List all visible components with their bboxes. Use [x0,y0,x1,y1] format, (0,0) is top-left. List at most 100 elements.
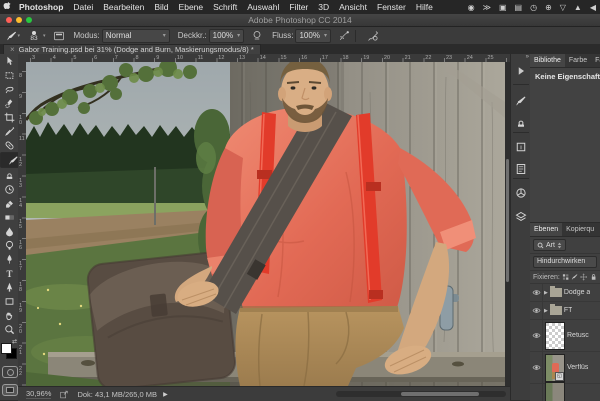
swap-colors-icon[interactable]: ⇄ [12,338,17,345]
toggle-brush-panel-icon[interactable] [52,29,66,43]
status-menu-arrow-icon[interactable]: ▶ [163,391,168,398]
apple-menu-icon[interactable] [0,1,14,13]
type-tool[interactable]: T [0,266,18,280]
visibility-eye-icon[interactable] [530,302,543,319]
layer-thumbnail[interactable]: ◱ [545,354,565,382]
blend-mode-select[interactable]: Normal ▾ [102,29,170,43]
layer-row-ft[interactable]: ▶ FT [530,302,600,320]
pressure-size-icon[interactable] [366,29,380,43]
layer-comps-icon[interactable] [514,210,528,224]
tab-kopierqu[interactable]: Kopierqu [562,223,598,236]
menu-auswahl[interactable]: Auswahl [242,2,284,12]
quick-mask-button[interactable] [2,366,18,378]
volume-icon[interactable]: ◀ [586,3,600,12]
3d-panel-icon[interactable] [514,186,528,200]
history-brush-tool[interactable] [0,182,18,196]
tab-ebenen[interactable]: Ebenen [530,223,562,236]
layer-name[interactable]: FT [564,307,573,314]
layer-row-retusc[interactable]: Retusc [530,320,600,352]
record-icon[interactable]: ◉ [464,3,479,12]
eraser-tool[interactable] [0,196,18,210]
clone-source-icon[interactable] [514,116,528,130]
menu-3d[interactable]: 3D [313,2,334,12]
layer-row[interactable] [530,384,600,401]
layer-filter-select[interactable]: Art [533,239,566,251]
airbrush-icon[interactable] [337,29,351,43]
screen-mode-button[interactable] [2,384,18,396]
foreground-color-swatch[interactable] [1,343,12,354]
tab-close-icon[interactable]: × [10,45,15,54]
shape-tool[interactable] [0,294,18,308]
move-tool[interactable] [0,54,18,68]
lasso-tool[interactable] [0,82,18,96]
tab-bibliothe[interactable]: Bibliothe [530,54,565,67]
horizontal-scrollbar[interactable] [336,391,506,397]
vertical-scrollbar-thumb[interactable] [506,159,509,282]
tab-far[interactable]: Far [591,54,600,67]
flow-select[interactable]: 100% ▾ [295,29,330,43]
layers-blend-mode-select[interactable]: Hindurchwirken [533,256,597,268]
active-tool-brush-icon[interactable]: ▾ [6,29,20,43]
actions-icon[interactable] [514,64,528,78]
fast-forward-icon[interactable]: ≫ [479,3,495,12]
expand-panels-icon[interactable]: » [526,54,529,60]
lock-pixels-icon[interactable] [571,273,578,281]
clone-stamp-tool[interactable] [0,168,18,182]
layer-thumbnail[interactable] [545,382,565,401]
pen-tool[interactable] [0,252,18,266]
zoom-level-field[interactable]: 30,96% [26,389,51,399]
menu-ansicht[interactable]: Ansicht [334,2,372,12]
menu-ebene[interactable]: Ebene [174,2,209,12]
layer-row-verflüs[interactable]: ◱Verflüs [530,352,600,384]
time-machine-icon[interactable]: ◷ [526,3,541,12]
hand-tool[interactable] [0,308,18,322]
gradient-tool[interactable] [0,210,18,224]
healing-brush-tool[interactable] [0,138,18,152]
horizontal-scrollbar-thumb[interactable] [401,392,479,396]
title-bar[interactable]: Adobe Photoshop CC 2014 [0,14,600,27]
path-selection-tool[interactable] [0,280,18,294]
visibility-eye-icon[interactable] [530,384,543,401]
opacity-select[interactable]: 100% ▾ [209,29,244,43]
document-tab[interactable]: × Gabor Training.psd bei 31% (Dodge and … [3,44,261,54]
menu-hilfe[interactable]: Hilfe [411,2,438,12]
menu-schrift[interactable]: Schrift [208,2,242,12]
expand-group-icon[interactable]: ▶ [544,308,548,314]
color-swatches[interactable]: ⇄ [1,340,17,356]
brush-picker-caret-icon[interactable]: ▾ [43,33,46,39]
zoom-tool[interactable] [0,322,18,336]
lock-position-icon[interactable] [580,273,587,281]
status-flyout-icon[interactable] [59,390,69,399]
canvas-image[interactable] [26,62,505,386]
display-camera-icon[interactable]: ▣ [495,3,511,12]
menu-bearbeiten[interactable]: Bearbeiten [98,2,149,12]
display-icon[interactable]: ▤ [511,3,527,12]
info-panel-icon[interactable] [514,140,528,154]
brush-preset-picker[interactable]: 83 [26,31,42,41]
menu-filter[interactable]: Filter [284,2,313,12]
layer-row-dodge-a[interactable]: ▶Dodge a [530,284,600,302]
tab-farbe[interactable]: Farbe [565,54,591,67]
layer-name[interactable]: Retusc [567,332,589,339]
lock-all-icon[interactable] [590,273,597,281]
pressure-opacity-icon[interactable] [250,29,264,43]
crosshair-icon[interactable]: ⊕ [541,3,556,12]
menu-fenster[interactable]: Fenster [372,2,411,12]
dropbox-icon[interactable]: ▽ [556,3,570,12]
menu-photoshop[interactable]: Photoshop [14,2,68,12]
menu-datei[interactable]: Datei [68,2,98,12]
marquee-tool[interactable] [0,68,18,82]
crop-tool[interactable] [0,110,18,124]
eject-icon[interactable]: ▲ [570,3,586,12]
blur-tool[interactable] [0,224,18,238]
dodge-tool[interactable] [0,238,18,252]
properties-panel-icon[interactable] [514,162,528,176]
visibility-eye-icon[interactable] [530,320,543,351]
layer-name[interactable]: Verflüs [567,364,588,371]
layer-name[interactable]: Dodge a [564,289,590,296]
menu-bild[interactable]: Bild [149,2,173,12]
eyedropper-tool[interactable] [0,124,18,138]
quick-selection-tool[interactable] [0,96,18,110]
layer-thumbnail[interactable] [545,322,565,350]
lock-transparency-icon[interactable] [562,273,569,281]
